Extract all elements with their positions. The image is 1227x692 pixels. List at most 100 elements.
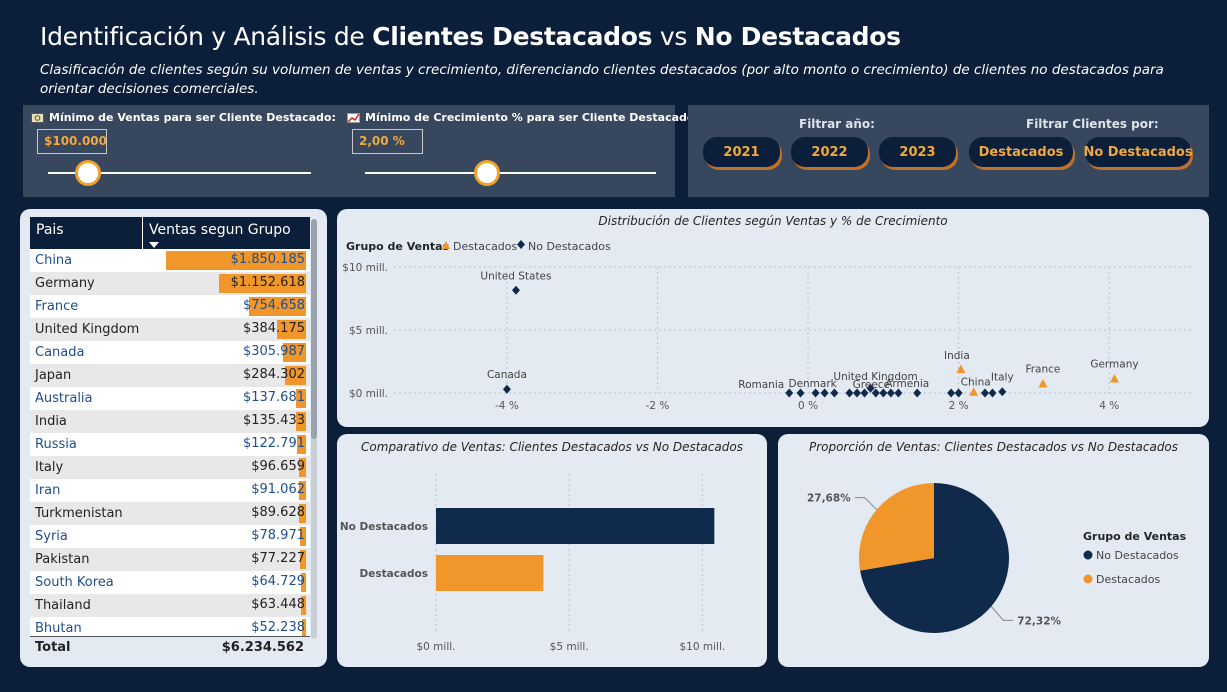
sales-threshold-input[interactable]: $100.000: [37, 129, 107, 154]
sales-cell: $1.152.618: [142, 272, 310, 295]
table-row[interactable]: Bhutan $52.238: [30, 617, 310, 636]
pie-legend-marker: [1083, 574, 1093, 584]
table-row[interactable]: France $754.658: [30, 295, 310, 318]
table-row[interactable]: Australia $137.681: [30, 387, 310, 410]
scatter-point-no-destacado[interactable]: [980, 388, 989, 398]
scatter-legend-item: No Destacados: [528, 240, 611, 253]
sales-value: $89.628: [251, 505, 305, 520]
country-cell: Bhutan: [35, 621, 82, 636]
table-row[interactable]: China $1.850.185: [30, 249, 310, 272]
bar-no-destacados[interactable]: [436, 508, 715, 544]
country-cell: China: [35, 253, 73, 268]
scatter-point-label: India: [944, 350, 970, 362]
growth-slider-track[interactable]: [365, 172, 656, 174]
growth-threshold-label-text: Mínimo de Crecimiento % para ser Cliente…: [365, 111, 699, 124]
growth-threshold-label: Mínimo de Crecimiento % para ser Cliente…: [347, 111, 699, 124]
country-cell: Italy: [35, 460, 64, 475]
scatter-point-label: Germany: [1090, 359, 1138, 371]
table-row[interactable]: Canada $305.987: [30, 341, 310, 364]
scatter-point-destacado[interactable]: [1038, 379, 1048, 388]
sales-value: $384.175: [242, 321, 305, 336]
money-icon: [31, 112, 44, 123]
x-tick-label: -4 %: [495, 400, 519, 412]
sales-cell: $1.850.185: [142, 249, 310, 272]
table-row[interactable]: Japan $284.302: [30, 364, 310, 387]
pie-legend-title: Grupo de Ventas: [1083, 530, 1187, 543]
scatter-point-label: Denmark: [788, 378, 837, 390]
legend-marker-diamond: [517, 240, 525, 249]
scatter-legend[interactable]: Grupo de Ventas Destacados No Destacados: [346, 240, 611, 253]
table-scrollbar-thumb[interactable]: [311, 219, 317, 439]
table-row[interactable]: Russia $122.791: [30, 433, 310, 456]
table-row[interactable]: Turkmenistan $89.628: [30, 502, 310, 525]
table-row[interactable]: United Kingdom $384.175: [30, 318, 310, 341]
scatter-point-no-destacado[interactable]: [954, 388, 963, 398]
table-total-row: Total $6.234.562: [30, 636, 310, 658]
growth-slider-thumb[interactable]: [474, 160, 500, 186]
table-row[interactable]: Italy $96.659: [30, 456, 310, 479]
sales-threshold-label-text: Mínimo de Ventas para ser Cliente Destac…: [49, 111, 336, 124]
scatter-point-no-destacado[interactable]: [998, 387, 1007, 397]
table-row[interactable]: Pakistan $77.227: [30, 548, 310, 571]
trend-chart-icon: [347, 112, 360, 123]
scatter-point-no-destacado[interactable]: [511, 285, 520, 295]
country-cell: Thailand: [35, 598, 91, 613]
country-cell: Syria: [35, 529, 68, 544]
sales-value: $754.658: [242, 298, 305, 313]
scatter-point-destacado[interactable]: [1109, 374, 1119, 383]
scatter-legend-title: Grupo de Ventas: [346, 240, 450, 253]
client-filter-no-destacados[interactable]: No Destacados: [1083, 137, 1193, 167]
scatter-point-label: Italy: [991, 372, 1014, 384]
sales-cell: $78.971: [142, 525, 310, 548]
table-row[interactable]: Germany $1.152.618: [30, 272, 310, 295]
sales-slider-thumb[interactable]: [75, 160, 101, 186]
country-cell: Iran: [35, 483, 61, 498]
table-row[interactable]: South Korea $64.729: [30, 571, 310, 594]
sales-cell: $122.791: [142, 433, 310, 456]
pie-chart[interactable]: 72,32% 27,68% Grupo de Ventas No Destacados…: [778, 434, 1209, 667]
sales-by-country-table: Pais Ventas segun Grupo China $1.850.185 G…: [20, 209, 327, 667]
sales-value: $122.791: [242, 436, 305, 451]
scatter-chart[interactable]: Grupo de Ventas Destacados No Destacados $0…: [337, 209, 1209, 427]
scatter-legend-item: Destacados: [453, 240, 518, 253]
growth-threshold-input[interactable]: 2,00 %: [352, 129, 423, 154]
year-filter-2021[interactable]: 2021: [703, 137, 780, 167]
table-row[interactable]: Iran $91.062: [30, 479, 310, 502]
scatter-point-no-destacado[interactable]: [502, 384, 511, 394]
table-row[interactable]: Syria $78.971: [30, 525, 310, 548]
bar-chart[interactable]: $0 mill. $5 mill. $10 mill. No Destacados De…: [337, 434, 767, 667]
scatter-point-no-destacado[interactable]: [947, 388, 956, 398]
column-header-country[interactable]: Pais: [30, 217, 142, 249]
scatter-point-no-destacado[interactable]: [988, 388, 997, 398]
year-filter-2022[interactable]: 2022: [791, 137, 868, 167]
table-scrollbar[interactable]: [311, 219, 317, 639]
year-filter-2023[interactable]: 2023: [879, 137, 956, 167]
column-header-sales[interactable]: Ventas segun Grupo: [142, 217, 310, 249]
pie-legend-item: No Destacados: [1096, 549, 1179, 562]
parameter-panel: Mínimo de Ventas para ser Cliente Destac…: [23, 105, 699, 197]
table-row[interactable]: Thailand $63.448: [30, 594, 310, 617]
table-row[interactable]: India $135.433: [30, 410, 310, 433]
sales-value: $284.302: [242, 367, 305, 382]
sales-value: $91.062: [251, 482, 305, 497]
filter-panel: Filtrar año: Filtrar Clientes por: 2021 …: [688, 105, 1209, 197]
scatter-point-label: United States: [480, 270, 551, 282]
title-prefix: Identificación y Análisis de: [40, 22, 373, 51]
client-filter-label: Filtrar Clientes por:: [1026, 117, 1159, 131]
x-tick-label: 0 %: [798, 400, 818, 412]
bar-category-label: No Destacados: [340, 521, 428, 533]
client-filter-destacados[interactable]: Destacados: [969, 137, 1073, 167]
table-header: Pais Ventas segun Grupo: [30, 217, 310, 249]
pie-slice-destacados[interactable]: [859, 483, 934, 571]
country-cell: Germany: [35, 276, 95, 291]
scatter-point-label: Canada: [487, 369, 527, 381]
scatter-point-destacado[interactable]: [956, 364, 966, 374]
bar-x-tick-label: $5 mill.: [550, 641, 589, 653]
sales-cell: $284.302: [142, 364, 310, 387]
page-subtitle: Clasificación de clientes según su volum…: [40, 62, 1164, 97]
y-tick-label: $0 mill.: [349, 388, 388, 400]
bar-destacados[interactable]: [436, 555, 544, 591]
sales-cell: $96.659: [142, 456, 310, 479]
x-tick-label: -2 %: [646, 400, 670, 412]
pie-legend[interactable]: Grupo de Ventas No Destacados Destacados: [1083, 530, 1187, 586]
